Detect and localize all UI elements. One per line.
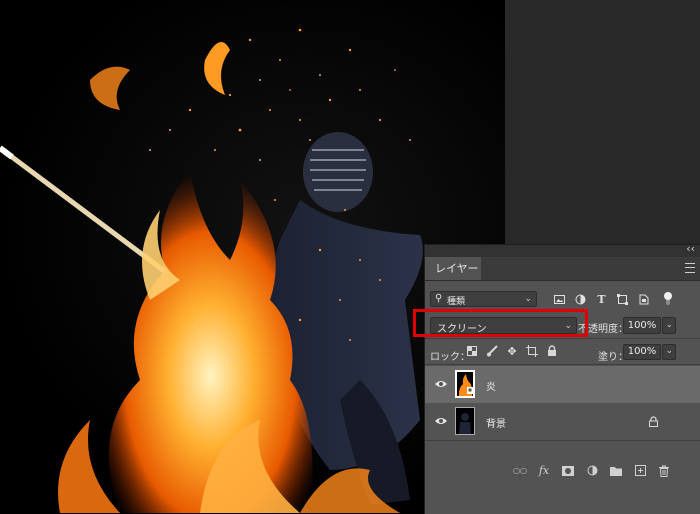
panel-bottom-toolbar: fx (425, 458, 700, 483)
lock-label: ロック： (430, 352, 470, 363)
opacity-input[interactable]: 100% (623, 317, 661, 334)
layer-name: 背景 (486, 419, 506, 430)
highlight-box (413, 309, 588, 337)
layer-row-fire[interactable]: 炎 (425, 366, 700, 403)
panel-titlebar: ‹‹ (425, 242, 700, 257)
lock-transparent-pixels-icon[interactable] (465, 344, 479, 358)
chevron-down-icon: ⌄ (524, 294, 532, 304)
lock-artboard-icon[interactable] (525, 344, 539, 358)
divider (425, 338, 700, 339)
fill-input[interactable]: 100% (623, 344, 661, 360)
collapse-icon[interactable]: ‹‹ (686, 242, 695, 255)
eye-icon[interactable] (435, 416, 447, 426)
search-icon: ⚲ (435, 293, 443, 304)
group-folder-icon[interactable] (605, 462, 627, 480)
new-layer-icon[interactable] (629, 462, 651, 480)
lock-position-icon[interactable]: ✥ (505, 344, 519, 358)
eye-icon[interactable] (435, 379, 447, 389)
link-layers-icon[interactable] (509, 462, 531, 480)
divider (425, 364, 700, 365)
chevron-down-icon: ⌄ (665, 320, 673, 330)
layer-row-background[interactable]: 背景 (425, 403, 700, 440)
opacity-slider-button[interactable]: ⌄ (662, 317, 676, 334)
image-filter-icon[interactable] (549, 291, 570, 307)
smart-object-filter-icon[interactable] (633, 291, 654, 307)
trash-icon[interactable] (653, 462, 675, 480)
panel-tabbar: レイヤー (425, 257, 700, 281)
adjustment-layer-icon[interactable] (581, 462, 603, 480)
fill-slider-button[interactable]: ⌄ (662, 344, 676, 360)
panel-menu-icon[interactable] (685, 263, 695, 273)
divider (425, 440, 700, 441)
lock-all-icon[interactable] (545, 344, 559, 358)
lock-icon (649, 416, 658, 427)
layer-thumbnail (455, 370, 475, 398)
layer-thumbnail (455, 407, 475, 435)
filter-kind-label: 種類 (447, 297, 466, 307)
lock-image-pixels-icon[interactable] (485, 344, 499, 358)
filter-toggle-icon[interactable] (662, 291, 674, 307)
layer-mask-icon[interactable] (557, 462, 579, 480)
chevron-down-icon: ⌄ (665, 346, 673, 356)
layers-panel: ‹‹ レイヤー ⚲ 種類 ⌄ T スクリーン ⌄ 不透明度： 100% ⌄ ロッ… (424, 242, 700, 514)
fx-icon[interactable]: fx (533, 462, 555, 480)
adjustment-filter-icon[interactable] (570, 291, 591, 307)
tab-layers[interactable]: レイヤー (425, 257, 481, 280)
type-filter-icon[interactable]: T (591, 291, 612, 307)
filter-icons: T (549, 291, 654, 307)
shape-filter-icon[interactable] (612, 291, 633, 307)
layer-name: 炎 (486, 382, 496, 393)
filter-kind-select[interactable]: ⚲ 種類 ⌄ (430, 291, 537, 307)
lock-options: ✥ (465, 344, 559, 358)
